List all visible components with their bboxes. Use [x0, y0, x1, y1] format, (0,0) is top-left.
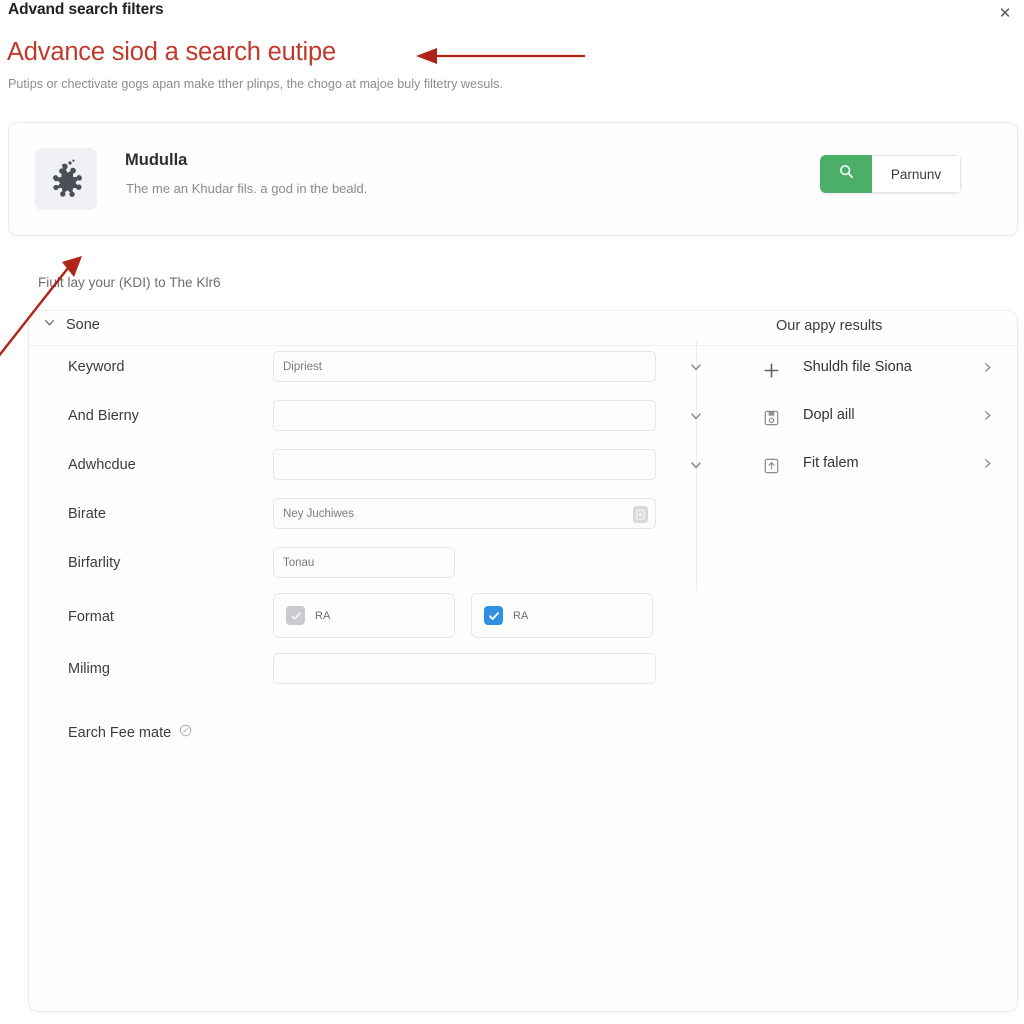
- page-subtitle: Putips or chectivate gogs apan make tthe…: [8, 77, 503, 91]
- form-row: Adwhcdue: [29, 443, 701, 492]
- footnote: Earch Fee mate: [68, 724, 192, 742]
- upload-icon: [762, 457, 780, 475]
- window-titlebar: Advand search filters ✕: [0, 0, 1024, 28]
- filters-form: Keyword Dipriest And Bierny Adwhcdue Bir…: [29, 345, 701, 696]
- birate-input[interactable]: Ney Juchiwes: [273, 498, 656, 529]
- banner-description: The me an Khudar fils. a god in the beal…: [126, 181, 368, 196]
- field-label: Birate: [68, 506, 106, 522]
- chevron-down-icon: [43, 316, 56, 334]
- info-icon[interactable]: [179, 724, 192, 742]
- list-item[interactable]: Dopl aill: [697, 394, 1017, 442]
- field-label: Birfarlity: [68, 555, 121, 571]
- format-option-label: RA: [315, 609, 331, 622]
- form-row: And Bierny: [29, 394, 701, 443]
- field-value: Tonau: [283, 556, 315, 569]
- puzzle-piece-icon: [35, 148, 97, 210]
- banner-title: Mudulla: [125, 151, 188, 169]
- plus-icon: [762, 361, 780, 379]
- milimg-input[interactable]: [273, 653, 656, 684]
- accordion-toggle-sone[interactable]: Sone: [43, 316, 100, 334]
- filters-panel: Sone Our appy results Keyword Dipriest A…: [28, 310, 1018, 1012]
- field-value: Ney Juchiwes: [283, 507, 354, 520]
- format-option-1[interactable]: RA: [273, 593, 455, 638]
- field-label: Adwhcdue: [68, 457, 136, 473]
- chevron-right-icon[interactable]: [981, 457, 994, 475]
- list-item[interactable]: Fit falem: [697, 442, 1017, 490]
- app-window: Advand search filters ✕ Advance siod a s…: [0, 0, 1024, 1024]
- form-row: Birate Ney Juchiwes: [29, 492, 696, 541]
- field-label: Milimg: [68, 661, 110, 677]
- form-row: Birfarlity Tonau: [29, 541, 696, 590]
- form-row-format: Format RA RA: [29, 590, 696, 647]
- and-bierny-select[interactable]: [273, 400, 656, 431]
- search-button[interactable]: [820, 155, 872, 193]
- form-row: Milimg: [29, 647, 696, 696]
- field-label: And Bierny: [68, 408, 139, 424]
- list-item-label: Fit falem: [803, 455, 859, 471]
- results-header: Our appy results: [776, 318, 883, 334]
- results-list: Shuldh file Siona Dopl aill Fit falem: [697, 346, 1017, 490]
- banner-action-button[interactable]: Parnunv: [872, 155, 961, 193]
- format-option-2[interactable]: RA: [471, 593, 653, 638]
- checkbox-checked-icon[interactable]: [484, 606, 503, 625]
- list-item[interactable]: Shuldh file Siona: [697, 346, 1017, 394]
- page-title: Advance siod a search eutipe: [7, 38, 336, 66]
- magnifier-icon: [839, 164, 854, 184]
- form-row: Keyword Dipriest: [29, 345, 701, 394]
- close-icon[interactable]: ✕: [994, 4, 1016, 24]
- format-option-label: RA: [513, 609, 529, 622]
- field-label: Keyword: [68, 359, 125, 375]
- picker-icon[interactable]: [633, 506, 648, 523]
- field-label: Format: [68, 609, 114, 625]
- list-item-label: Dopl aill: [803, 407, 855, 423]
- adwhcdue-select[interactable]: [273, 449, 656, 480]
- save-icon: [762, 409, 780, 427]
- checkbox-unchecked-icon[interactable]: [286, 606, 305, 625]
- banner-action-group: Parnunv: [820, 155, 961, 193]
- panel-caption: Fiult lay your (KDI) to The Klr6: [38, 275, 221, 290]
- window-title: Advand search filters: [8, 1, 164, 18]
- birfarlity-input[interactable]: Tonau: [273, 547, 455, 578]
- list-item-label: Shuldh file Siona: [803, 359, 912, 375]
- accordion-label: Sone: [66, 317, 100, 333]
- chevron-right-icon[interactable]: [981, 409, 994, 427]
- promo-banner: Mudulla The me an Khudar fils. a god in …: [8, 122, 1018, 236]
- footnote-label: Earch Fee mate: [68, 725, 172, 741]
- chevron-right-icon[interactable]: [981, 361, 994, 379]
- keyword-select[interactable]: Dipriest: [273, 351, 656, 382]
- field-value: Dipriest: [283, 360, 322, 373]
